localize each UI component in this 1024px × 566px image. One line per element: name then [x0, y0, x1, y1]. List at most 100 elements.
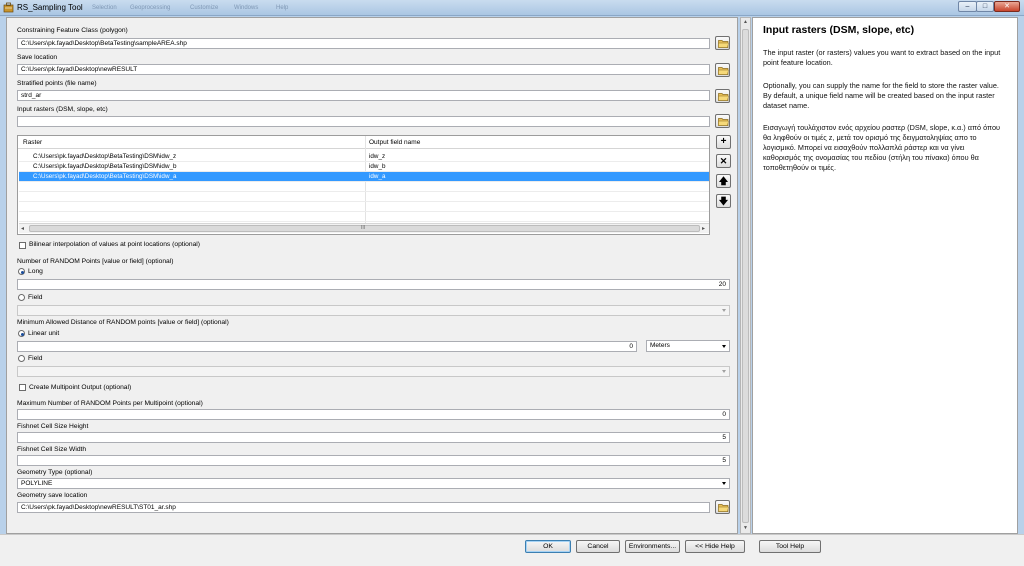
random-field-label: Field — [28, 294, 43, 301]
unit-value: Meters — [650, 342, 670, 349]
random-points-label: Number of RANDOM Points [value or field]… — [17, 258, 174, 265]
scroll-down-arrow[interactable]: ▼ — [741, 524, 750, 533]
bilinear-label: Bilinear interpolation of values at poin… — [29, 241, 201, 248]
save-location-label: Save location — [17, 54, 58, 61]
long-label: Long — [28, 268, 43, 275]
table-row-empty — [19, 212, 709, 222]
minimize-button[interactable]: – — [958, 1, 977, 12]
cell-height-label: Fishnet Cell Size Height — [17, 423, 89, 430]
help-paragraph: The input raster (or rasters) values you… — [763, 48, 1001, 67]
ghost-menu-help: Help — [276, 5, 289, 11]
ghost-menu-customize: Customize — [190, 5, 219, 11]
close-icon: ✕ — [719, 156, 728, 166]
table-row-empty — [19, 182, 709, 192]
table-row-selected[interactable]: C:\Users\pk.fayad\Desktop\BetaTesting\DS… — [19, 172, 709, 182]
input-rasters-browse-button[interactable] — [715, 114, 730, 128]
maximize-button[interactable]: □ — [976, 1, 994, 12]
help-paragraph: Optionally, you can supply the name for … — [763, 81, 999, 110]
min-distance-label: Minimum Allowed Distance of RANDOM point… — [17, 319, 229, 326]
constraining-input[interactable]: C:\Users\pk.fayad\Desktop\BetaTesting\sa… — [17, 38, 710, 49]
raster-cell: C:\Users\pk.fayad\Desktop\BetaTesting\DS… — [33, 173, 177, 180]
form-scroll-thumb[interactable] — [742, 29, 749, 523]
geometry-save-browse-button[interactable] — [715, 500, 730, 514]
chevron-down-icon — [722, 370, 726, 373]
random-points-field-select[interactable] — [17, 305, 730, 316]
raster-cell: C:\Users\pk.fayad\Desktop\BetaTesting\DS… — [33, 163, 177, 170]
chevron-down-icon — [722, 345, 726, 348]
environments-button[interactable]: Environments... — [625, 540, 680, 553]
ghost-menu-windows: Windows — [234, 5, 259, 11]
save-location-input[interactable]: C:\Users\pk.fayad\Desktop\newRESULT — [17, 64, 710, 75]
title-bar[interactable]: RS_Sampling Tool Selection Geoprocessing… — [0, 0, 1024, 16]
remove-row-button[interactable]: ✕ — [716, 154, 731, 168]
folder-icon — [718, 118, 729, 126]
help-panel: Input rasters (DSM, slope, etc) The inpu… — [752, 17, 1018, 534]
geometry-type-select[interactable]: POLYLINE — [17, 478, 730, 489]
tool-help-button[interactable]: Tool Help — [759, 540, 821, 553]
ghost-menu-selection: Selection — [92, 5, 117, 11]
constraining-label: Constraining Feature Class (polygon) — [17, 27, 128, 34]
add-row-button[interactable]: + — [716, 135, 731, 149]
form-vertical-scrollbar[interactable]: ▲ ▼ — [740, 17, 751, 534]
linear-unit-label: Linear unit — [28, 330, 60, 337]
close-button[interactable]: ✕ — [994, 1, 1020, 12]
move-up-button[interactable]: 🡅 — [716, 174, 731, 188]
plus-icon: + — [720, 136, 727, 147]
cell-width-input[interactable]: 5 — [17, 455, 730, 466]
field-cell: idw_b — [369, 163, 386, 170]
folder-icon — [718, 93, 729, 101]
random-points-long-input[interactable]: 20 — [17, 279, 730, 290]
cancel-button[interactable]: Cancel — [576, 540, 620, 553]
cell-width-label: Fishnet Cell Size Width — [17, 446, 87, 453]
linear-unit-radio[interactable] — [18, 330, 25, 337]
field-cell: idw_z — [369, 153, 386, 160]
distance-field-label: Field — [28, 355, 43, 362]
linear-unit-input[interactable]: 0 — [17, 341, 637, 352]
max-per-multipoint-input[interactable]: 0 — [17, 409, 730, 420]
scroll-grip: III — [361, 225, 366, 231]
distance-field-radio[interactable] — [18, 355, 25, 362]
table-row[interactable]: C:\Users\pk.fayad\Desktop\BetaTesting\DS… — [19, 152, 709, 162]
arrow-up-icon: 🡅 — [718, 176, 729, 186]
bilinear-checkbox[interactable] — [19, 242, 26, 249]
geometry-save-label: Geometry save location — [17, 492, 88, 499]
chevron-down-icon — [722, 309, 726, 312]
raster-table[interactable]: Raster Output field name C:\Users\pk.fay… — [17, 135, 710, 235]
stratified-browse-button[interactable] — [715, 89, 730, 103]
window-title: RS_Sampling Tool — [17, 3, 83, 12]
cell-height-input[interactable]: 5 — [17, 432, 730, 443]
max-per-multipoint-label: Maximum Number of RANDOM Points per Mult… — [17, 400, 203, 407]
table-row[interactable]: C:\Users\pk.fayad\Desktop\BetaTesting\DS… — [19, 162, 709, 172]
folder-icon — [718, 67, 729, 75]
multipoint-checkbox[interactable] — [19, 384, 26, 391]
constraining-browse-button[interactable] — [715, 36, 730, 50]
scroll-right-arrow[interactable]: ▸ — [702, 225, 705, 232]
random-field-radio[interactable] — [18, 294, 25, 301]
unit-select[interactable]: Meters — [646, 340, 730, 352]
multipoint-label: Create Multipoint Output (optional) — [29, 384, 132, 391]
move-down-button[interactable]: 🡇 — [716, 194, 731, 208]
table-scroll-thumb[interactable]: III — [29, 225, 700, 232]
ok-button[interactable]: OK — [525, 540, 571, 553]
table-horizontal-scrollbar[interactable]: ◂ III ▸ — [19, 223, 709, 233]
field-cell: idw_a — [369, 173, 386, 180]
column-header-output-field[interactable]: Output field name — [369, 139, 420, 146]
button-bar — [0, 534, 1024, 566]
hide-help-button[interactable]: << Hide Help — [685, 540, 745, 553]
geometry-type-label: Geometry Type (optional) — [17, 469, 93, 476]
distance-field-select[interactable] — [17, 366, 730, 377]
header-divider — [18, 148, 709, 149]
input-rasters-input[interactable] — [17, 116, 710, 127]
scroll-up-arrow[interactable]: ▲ — [741, 18, 750, 27]
scroll-left-arrow[interactable]: ◂ — [21, 225, 24, 232]
stratified-input[interactable]: strd_ar — [17, 90, 710, 101]
geometry-save-input[interactable]: C:\Users\pk.fayad\Desktop\newRESULT\ST01… — [17, 502, 710, 513]
long-radio[interactable] — [18, 268, 25, 275]
ghost-menu-geoprocessing: Geoprocessing — [130, 5, 171, 11]
folder-icon — [718, 504, 729, 512]
stratified-label: Stratified points (file name) — [17, 80, 97, 87]
column-header-raster[interactable]: Raster — [23, 139, 42, 146]
save-location-browse-button[interactable] — [715, 63, 730, 77]
input-rasters-label: Input rasters (DSM, slope, etc) — [17, 106, 108, 113]
help-paragraph-greek: Εισαγωγή τουλάχιστον ενός αρχείου ραστερ… — [763, 123, 1001, 172]
